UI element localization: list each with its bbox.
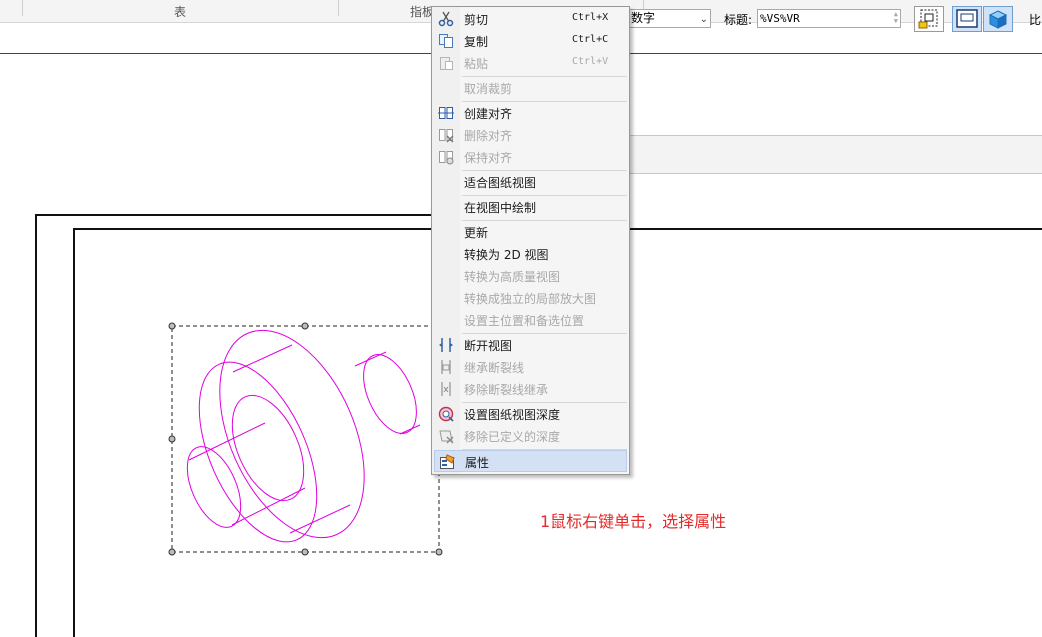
paste-icon bbox=[440, 57, 453, 70]
delete-align-icon bbox=[439, 129, 454, 143]
menu-item-convert-2d[interactable]: 转换为 2D 视图 bbox=[434, 243, 627, 265]
menu-item-inherit-break[interactable]: 继承断裂线 bbox=[434, 356, 627, 378]
menu-item-label: 设置图纸视图深度 bbox=[464, 408, 561, 422]
menu-item-label: 转换为高质量视图 bbox=[464, 270, 561, 284]
menu-item-break-view[interactable]: 断开视图 bbox=[434, 334, 627, 356]
menu-item-label: 取消裁剪 bbox=[464, 82, 513, 96]
menu-item-delete-align[interactable]: 删除对齐 bbox=[434, 124, 627, 146]
menu-item-label: 转换成独立的局部放大图 bbox=[464, 292, 597, 306]
menu-item-label: 复制 bbox=[464, 35, 489, 49]
properties-icon bbox=[440, 454, 455, 469]
menu-item-cancel-crop[interactable]: 取消裁剪 bbox=[434, 77, 627, 99]
menu-item-label: 转换为 2D 视图 bbox=[464, 248, 549, 262]
break-view-icon bbox=[439, 338, 453, 352]
menu-item-label: 创建对齐 bbox=[464, 107, 513, 121]
copy-icon bbox=[439, 34, 453, 48]
menu-item-copy[interactable]: 复制 Ctrl+C bbox=[434, 30, 627, 52]
menu-item-convert-detail[interactable]: 转换成独立的局部放大图 bbox=[434, 287, 627, 309]
menu-item-remove-depth[interactable]: 移除已定义的深度 bbox=[434, 425, 627, 447]
menu-item-paste[interactable]: 粘贴 Ctrl+V bbox=[434, 52, 627, 74]
menu-item-set-position[interactable]: 设置主位置和备选位置 bbox=[434, 309, 627, 331]
menu-item-label: 保持对齐 bbox=[464, 151, 513, 165]
menu-item-create-align[interactable]: 创建对齐 bbox=[434, 102, 627, 124]
keep-align-icon bbox=[439, 151, 454, 165]
menu-item-set-depth[interactable]: 设置图纸视图深度 bbox=[434, 403, 627, 425]
menu-item-draw-in-view[interactable]: 在视图中绘制 bbox=[434, 196, 627, 218]
menu-item-fit-sheet[interactable]: 适合图纸视图 bbox=[434, 171, 627, 193]
instruction-annotation: 1鼠标右键单击，选择属性 bbox=[540, 512, 727, 531]
menu-item-label: 更新 bbox=[464, 226, 489, 240]
part-geometry[interactable] bbox=[175, 308, 427, 559]
menu-item-label: 删除对齐 bbox=[464, 129, 513, 143]
remove-depth-icon bbox=[439, 430, 454, 444]
menu-item-convert-hq[interactable]: 转换为高质量视图 bbox=[434, 265, 627, 287]
menu-item-shortcut: Ctrl+X bbox=[572, 12, 609, 23]
menu-item-label: 剪切 bbox=[464, 13, 489, 27]
menu-item-label: 属性 bbox=[465, 456, 490, 470]
context-menu: 剪切 Ctrl+X 复制 Ctrl+C 粘贴 Ctrl+V 取消裁剪 创建对齐 bbox=[431, 6, 630, 475]
menu-item-properties[interactable]: 属性 bbox=[434, 450, 627, 472]
menu-item-label: 移除已定义的深度 bbox=[464, 430, 561, 444]
menu-item-update[interactable]: 更新 bbox=[434, 221, 627, 243]
menu-item-label: 适合图纸视图 bbox=[464, 176, 537, 190]
create-align-icon bbox=[438, 107, 454, 119]
scissors-icon bbox=[438, 11, 454, 27]
menu-item-shortcut: Ctrl+V bbox=[572, 56, 609, 67]
menu-item-label: 移除断裂线继承 bbox=[464, 383, 549, 397]
menu-item-keep-align[interactable]: 保持对齐 bbox=[434, 146, 627, 168]
menu-item-shortcut: Ctrl+C bbox=[572, 34, 609, 45]
menu-item-label: 粘贴 bbox=[464, 57, 489, 71]
menu-item-cut[interactable]: 剪切 Ctrl+X bbox=[434, 8, 627, 30]
view-depth-icon bbox=[438, 406, 454, 422]
selection-handles[interactable] bbox=[168, 322, 443, 556]
inherit-break-icon bbox=[441, 360, 451, 374]
menu-item-label: 设置主位置和备选位置 bbox=[464, 314, 585, 328]
remove-break-icon bbox=[441, 382, 451, 396]
menu-item-label: 在视图中绘制 bbox=[464, 201, 537, 215]
menu-item-label: 继承断裂线 bbox=[464, 361, 525, 375]
menu-item-label: 断开视图 bbox=[464, 339, 513, 353]
menu-item-remove-break-inherit[interactable]: 移除断裂线继承 bbox=[434, 378, 627, 400]
view-selection-box[interactable] bbox=[171, 325, 440, 553]
